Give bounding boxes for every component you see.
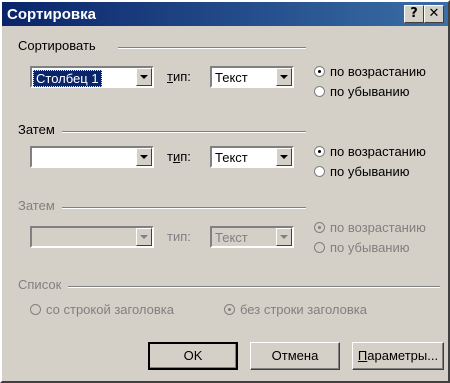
chevron-down-icon[interactable]: [276, 68, 292, 86]
sort-by-ascending-label: по возрастанию: [330, 64, 426, 79]
then-by-1-ascending-radio[interactable]: по возрастанию: [314, 144, 426, 159]
with-header-radio: со строкой заголовка: [30, 302, 174, 317]
with-header-label: со строкой заголовка: [46, 302, 175, 317]
then-by-1-type-value: Текст: [215, 150, 248, 165]
list-divider: [68, 286, 440, 288]
then-by-1-ascending-label: по возрастанию: [330, 144, 426, 159]
then-by-2-label: Затем: [18, 198, 55, 213]
chevron-down-icon: [136, 228, 152, 246]
radio-unchecked-icon[interactable]: [314, 86, 325, 97]
sort-dialog: Сортировка ? ✕ Сортировать Столбец 1 тип…: [0, 0, 450, 383]
radio-unchecked-icon[interactable]: [314, 166, 325, 177]
then-by-2-type-label: тип:: [167, 229, 191, 244]
chevron-down-icon[interactable]: [136, 148, 152, 166]
sort-by-descending-label: по убыванию: [330, 84, 410, 99]
sort-by-type-select[interactable]: Текст: [210, 66, 294, 88]
close-button[interactable]: ✕: [424, 5, 444, 23]
sort-by-column-select[interactable]: Столбец 1: [30, 66, 154, 88]
sort-by-type-value: Текст: [215, 70, 248, 85]
then-by-2-divider: [62, 207, 306, 209]
then-by-2-descending-radio: по убыванию: [314, 240, 410, 255]
then-by-2-ascending-label: по возрастанию: [330, 220, 426, 235]
radio-checked-icon[interactable]: [314, 146, 325, 157]
then-by-2-ascending-radio: по возрастанию: [314, 220, 426, 235]
sort-by-descending-radio[interactable]: по убыванию: [314, 84, 410, 99]
sort-by-divider: [118, 47, 306, 49]
title-bar: Сортировка ? ✕: [2, 2, 448, 26]
radio-checked-icon[interactable]: [314, 66, 325, 77]
radio-unchecked-icon: [314, 242, 325, 253]
window-title: Сортировка: [7, 6, 96, 23]
then-by-1-descending-radio[interactable]: по убыванию: [314, 164, 410, 179]
then-by-1-type-label: тип:: [167, 149, 191, 164]
without-header-radio: без строки заголовка: [224, 302, 367, 317]
then-by-2-descending-label: по убыванию: [330, 240, 410, 255]
cancel-button[interactable]: Отмена: [250, 342, 340, 370]
then-by-1-column-select[interactable]: [30, 146, 154, 168]
radio-checked-icon: [314, 222, 325, 233]
list-label: Список: [18, 277, 62, 292]
sort-by-column-value: Столбец 1: [33, 70, 102, 87]
sort-by-type-label: тип:: [167, 69, 191, 84]
chevron-down-icon[interactable]: [136, 68, 152, 86]
help-button[interactable]: ?: [404, 5, 424, 23]
ok-button[interactable]: OK: [148, 342, 238, 370]
then-by-1-divider: [62, 131, 306, 133]
then-by-1-label: Затем: [18, 122, 55, 137]
sort-by-label: Сортировать: [18, 38, 96, 53]
without-header-label: без строки заголовка: [240, 302, 367, 317]
then-by-2-type-select: Текст: [210, 226, 294, 248]
then-by-2-column-select: [30, 226, 154, 248]
sort-by-ascending-radio[interactable]: по возрастанию: [314, 64, 426, 79]
radio-unchecked-icon: [30, 304, 41, 315]
then-by-1-descending-label: по убыванию: [330, 164, 410, 179]
chevron-down-icon[interactable]: [276, 148, 292, 166]
chevron-down-icon: [276, 228, 292, 246]
then-by-2-type-value: Текст: [215, 230, 248, 245]
radio-checked-icon: [224, 304, 235, 315]
then-by-1-type-select[interactable]: Текст: [210, 146, 294, 168]
options-button[interactable]: Параметры...: [352, 342, 444, 370]
